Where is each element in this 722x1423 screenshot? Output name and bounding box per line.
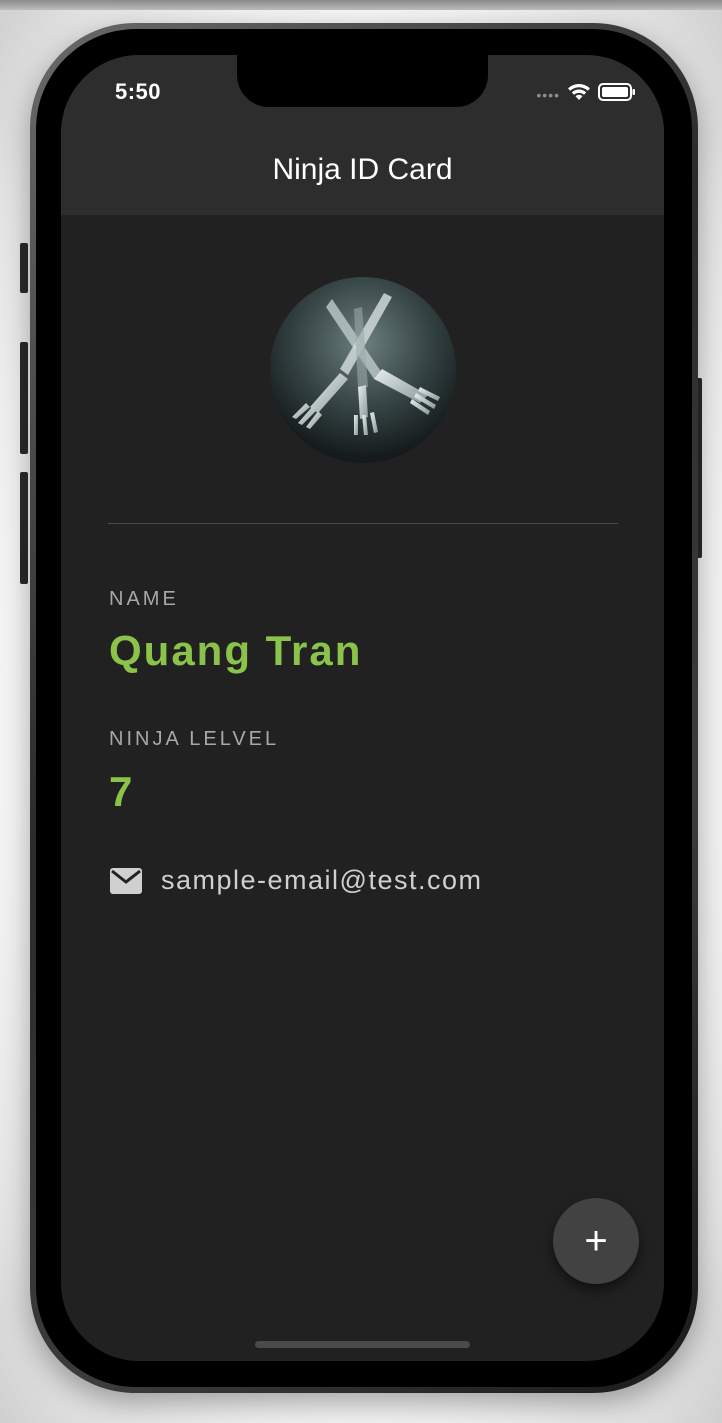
- email-text: sample-email@test.com: [161, 865, 483, 895]
- mail-icon: [110, 867, 142, 894]
- home-indicator[interactable]: [255, 1341, 470, 1348]
- forks-image: [292, 293, 440, 435]
- email-row: sample-email@test.com: [109, 865, 483, 896]
- level-value: 7: [109, 768, 135, 815]
- status-icons: ••••: [536, 79, 636, 105]
- name-value: Quang Tran: [109, 627, 363, 674]
- divider: [108, 523, 618, 524]
- app-bar-title: Ninja ID Card: [272, 153, 453, 186]
- silent-switch: [20, 243, 28, 293]
- notch: [237, 55, 488, 107]
- background-strip: [0, 0, 722, 10]
- name-label: NAME: [109, 588, 179, 610]
- volume-down-button: [20, 472, 28, 584]
- signal-icon: ••••: [536, 87, 560, 103]
- wifi-icon: [568, 84, 590, 100]
- level-label: NINJA LELVEL: [109, 728, 280, 750]
- battery-icon: [598, 83, 635, 101]
- add-button[interactable]: +: [553, 1198, 639, 1284]
- volume-up-button: [20, 342, 28, 454]
- app-screen: Ninja ID Card 5:50 •••• NAME Quang Tran …: [61, 55, 664, 1361]
- status-time: 5:50: [115, 79, 162, 104]
- avatar: [270, 277, 456, 463]
